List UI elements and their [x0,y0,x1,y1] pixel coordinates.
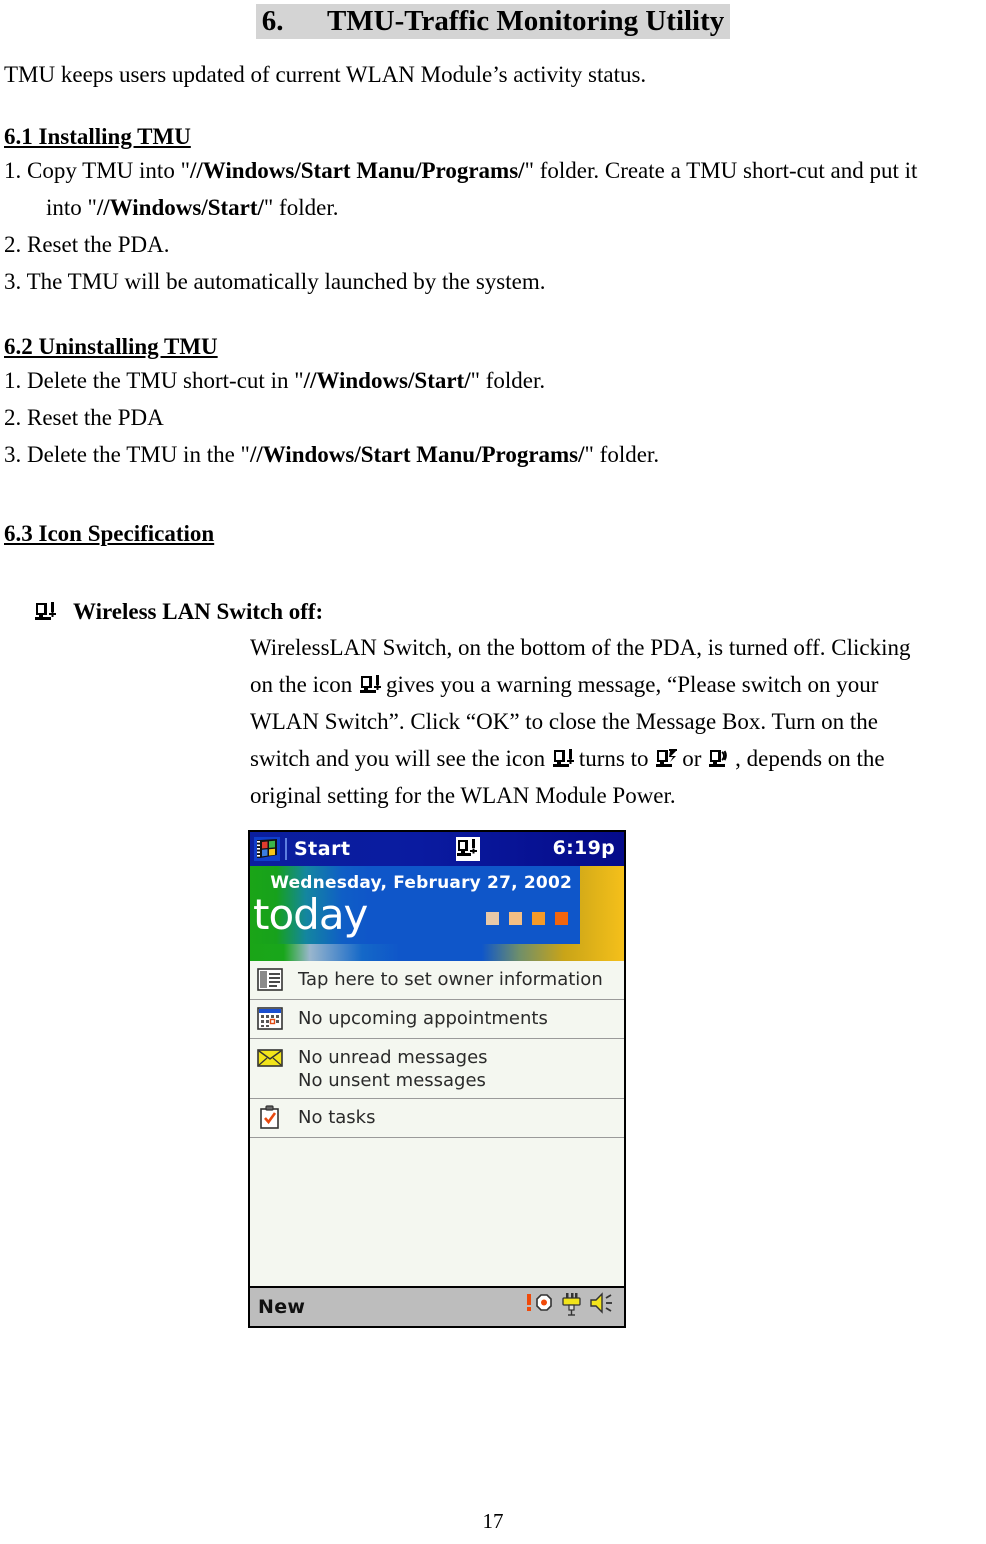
titlebar-wlan-switch-off-icon[interactable] [455,836,481,862]
desc-text: WirelessLAN Switch, on the bottom of the… [250,635,911,660]
step-text: " folder. [263,195,339,220]
wlan-switch-off-icon [552,748,577,770]
wlan-active-icon [656,748,680,770]
clipboard-icon [256,1105,284,1131]
desc-line-3: WLAN Switch”. Click “OK” to close the Me… [250,709,878,734]
list-item[interactable]: Tap here to set owner information [250,961,624,1000]
desc-text: on the icon [250,672,353,697]
wireless-lan-switch-off-description: WirelessLAN Switch, on the bottom of the… [250,629,986,814]
desc-text: or [682,746,702,771]
desc-line-5: original setting for the WLAN Module Pow… [250,783,676,808]
plug-icon[interactable] [559,1291,585,1321]
section-6-2: 6.2 Uninstalling TMU 1. Delete the TMU s… [0,332,986,473]
section-6-3: 6.3 Icon Specification Wireless LAN Swit… [0,519,986,814]
list-item[interactable]: No tasks [250,1099,624,1138]
page-number: 17 [482,1509,504,1533]
wlan-switch-off-icon [35,601,59,623]
desc-text: gives you a warning message, “Please swi… [385,672,879,697]
title-number: 6. [261,5,284,37]
step-text: " folder. [470,368,546,393]
start-button[interactable]: Start [250,832,351,866]
windows-flag-icon [254,837,280,861]
list-item-text: Tap here to set owner information [298,969,603,990]
section-6-1-step-1: 1. Copy TMU into "//Windows/Start Manu/P… [4,152,986,226]
today-list: Tap here to set owner information No upc… [250,961,624,1138]
path-text: //Windows/Start/ [303,368,471,393]
desc-line-1: WirelessLAN Switch, on the bottom of the… [250,629,986,666]
pda-screen: Start 6:19p Wednesday, February 27, 2002… [248,830,626,1328]
clock: 6:19p [552,837,615,859]
step-text: 1. Delete the TMU short-cut in " [4,368,304,393]
section-6-2-step-2: 2. Reset the PDA [4,405,164,430]
list-item-text: No upcoming appointments [298,1008,548,1029]
pda-empty-area [250,1138,624,1288]
today-squares [486,912,568,925]
desc-line-2: on the icon gives you a warning message,… [250,666,986,703]
pda-screenshot-figure: Start 6:19p Wednesday, February 27, 2002… [248,830,986,1328]
alert-icon[interactable] [525,1291,555,1321]
wireless-lan-switch-off-label: Wireless LAN Switch off: [73,599,324,624]
today-banner-panel: Wednesday, February 27, 2002 today [250,866,580,944]
new-button[interactable]: New [258,1296,305,1318]
pda-titlebar: Start 6:19p [250,832,624,866]
section-6-2-heading: 6.2 Uninstalling TMU [4,334,218,359]
section-6-3-heading: 6.3 Icon Specification [4,521,215,546]
command-bar-tray [525,1291,617,1321]
path-text: //Windows/Start Manu/Programs/ [189,158,525,183]
desc-text: switch and you will see the icon [250,746,546,771]
envelope-icon [256,1045,284,1071]
today-word: today [253,890,368,939]
section-6-1-step-2: 2. Reset the PDA. [4,232,170,257]
page-title: 6. TMU-Traffic Monitoring Utility [0,0,986,40]
list-item-text: No tasks [298,1107,376,1128]
pda-command-bar: New [250,1286,624,1326]
speaker-icon[interactable] [589,1291,617,1321]
start-label: Start [285,838,351,860]
document-page: 6. TMU-Traffic Monitoring Utility TMU ke… [0,0,986,1544]
step-text: into " [46,195,97,220]
desc-text: turns to [578,746,649,771]
wlan-switch-off-icon [359,674,384,696]
calendar-icon [256,1006,284,1032]
wireless-lan-switch-off-heading: Wireless LAN Switch off: [33,595,986,629]
list-item-text: No unread messages No unsent messages [298,1047,488,1091]
step-text: " folder. [584,442,660,467]
section-6-1-step-3: 3. The TMU will be automatically launche… [4,269,546,294]
section-6-2-step-1: 1. Delete the TMU short-cut in "//Window… [4,362,986,399]
step-text: 3. Delete the TMU in the " [4,442,250,467]
section-6-2-step-3: 3. Delete the TMU in the "//Windows/Star… [4,436,986,473]
section-6-1-heading: 6.1 Installing TMU [4,124,191,149]
list-item[interactable]: No unread messages No unsent messages [250,1039,624,1099]
owner-info-icon [256,967,284,993]
wlan-power-icon [709,748,733,770]
section-6-1: 6.1 Installing TMU 1. Copy TMU into "//W… [0,122,986,300]
intro-paragraph: TMU keeps users updated of current WLAN … [4,62,647,87]
path-text: //Windows/Start/ [96,195,264,220]
desc-text: , depends on the [735,746,885,771]
list-item[interactable]: No upcoming appointments [250,1000,624,1039]
desc-line-4: switch and you will see the icon turns t… [250,740,986,777]
today-banner: Wednesday, February 27, 2002 today [250,866,624,961]
step-text: " folder. Create a TMU short-cut and put… [524,158,918,183]
step-text: 1. Copy TMU into " [4,158,190,183]
title-text: TMU-Traffic Monitoring Utility [326,5,725,37]
path-text: //Windows/Start Manu/Programs/ [249,442,585,467]
